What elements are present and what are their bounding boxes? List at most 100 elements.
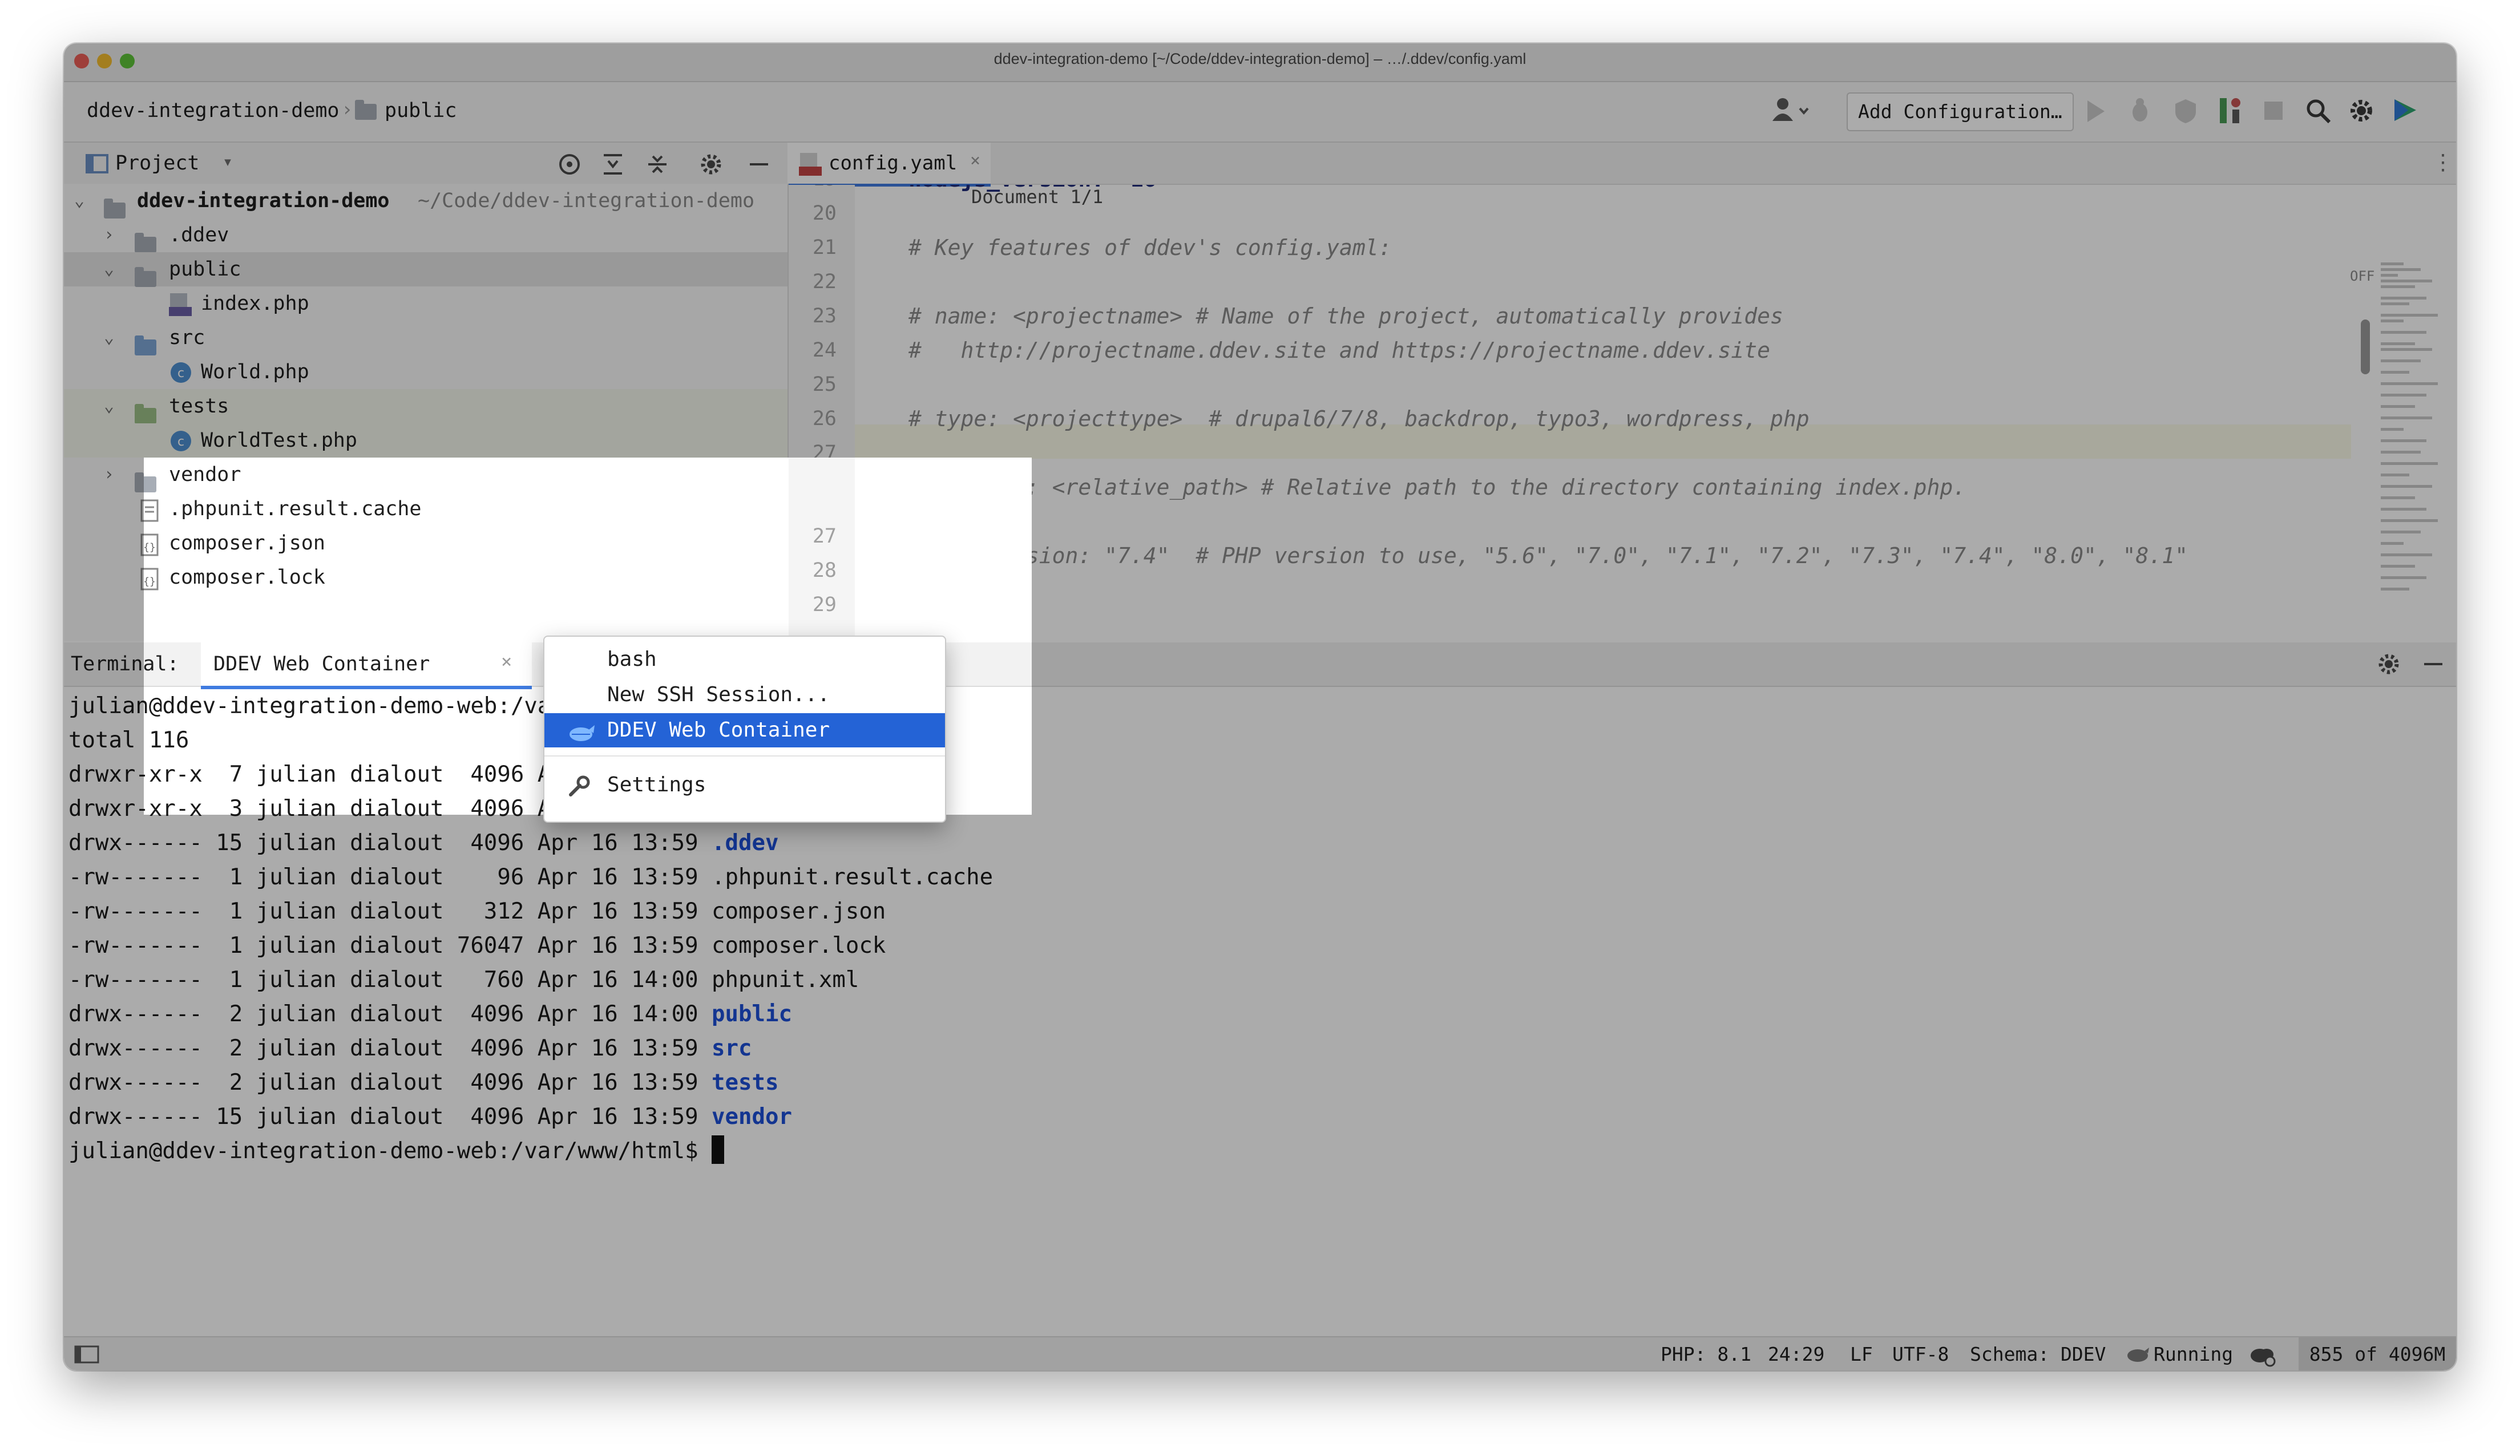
menu-item-new-ssh-session[interactable]: New SSH Session... xyxy=(544,678,945,712)
project-view-icon xyxy=(86,154,108,176)
tree-item-label: tests xyxy=(169,395,229,418)
terminal-line: -rw------- 1 julian dialout 76047 Apr 16… xyxy=(68,933,886,958)
editor-tab-config-yaml[interactable]: config.yaml × xyxy=(789,143,991,187)
svg-text:{}: {} xyxy=(144,541,156,553)
hide-panel-icon[interactable] xyxy=(746,152,772,179)
line-number: 22 xyxy=(812,270,837,293)
gear-icon[interactable] xyxy=(698,152,724,179)
directory-name: vendor xyxy=(712,1104,792,1130)
terminal-prompt[interactable]: julian@ddev-integration-demo-web:/var/ww… xyxy=(68,1134,725,1168)
toggle-tool-windows-icon[interactable] xyxy=(74,1345,99,1366)
menu-item-ddev-web-container[interactable]: DDEV Web Container xyxy=(544,713,945,747)
close-tab-icon[interactable]: × xyxy=(970,151,980,171)
gear-icon[interactable] xyxy=(2376,652,2401,679)
line-number: 26 xyxy=(812,407,837,430)
tree-item-ddev[interactable]: › .ddev xyxy=(64,218,788,253)
chevron-down-icon[interactable]: ⌄ xyxy=(74,184,84,218)
test-folder-icon xyxy=(135,404,156,424)
stop-icon[interactable] xyxy=(2262,99,2285,124)
toolbox-icon[interactable] xyxy=(2391,96,2420,127)
hide-panel-icon[interactable] xyxy=(2421,652,2446,679)
chevron-down-icon[interactable]: ⌄ xyxy=(104,389,114,423)
navigation-bar: ddev-integration-demo › public Add Confi… xyxy=(64,82,2456,143)
schema-selector[interactable]: Schema: DDEV xyxy=(1970,1343,2106,1365)
terminal-label: Terminal: xyxy=(144,653,179,676)
breadcrumb-folder[interactable]: public xyxy=(385,99,457,122)
tree-item-label: src xyxy=(169,326,205,349)
menu-item-bash[interactable]: bash xyxy=(544,642,945,677)
terminal-line: -rw------- 1 julian dialout 96 Apr 16 13… xyxy=(68,864,994,890)
memory-indicator[interactable]: 855 of 4096M xyxy=(2299,1337,2456,1370)
terminal-cursor xyxy=(712,1135,725,1164)
user-account-icon[interactable] xyxy=(1770,95,1810,129)
code-line: nodejs_version: "16" xyxy=(908,185,1170,196)
add-configuration-button[interactable]: Add Configuration… xyxy=(1847,92,2074,131)
search-icon[interactable] xyxy=(2304,97,2332,127)
chevron-down-icon[interactable]: ⌄ xyxy=(104,321,114,355)
tree-item-path: ~/Code/ddev-integration-demo xyxy=(418,189,755,212)
tree-item-composer-json[interactable]: {} composer.json xyxy=(144,526,788,560)
ide-window: ddev-integration-demo [~/Code/ddev-integ… xyxy=(64,43,2456,1370)
tree-item-world-php[interactable]: c World.php xyxy=(64,355,788,389)
line-ending[interactable]: LF xyxy=(1850,1343,1873,1365)
breadcrumb-project[interactable]: ddev-integration-demo xyxy=(87,99,340,122)
line-number: 27 xyxy=(812,525,837,548)
tree-item-label: .ddev xyxy=(169,224,229,246)
tree-item-label: composer.lock xyxy=(169,566,325,589)
terminal-tab-label: DDEV Web Container xyxy=(213,653,430,676)
folder-icon xyxy=(135,233,156,253)
tree-item-src[interactable]: ⌄ src xyxy=(64,321,788,355)
directory-name: src xyxy=(712,1036,752,1061)
chevron-down-icon[interactable]: ⌄ xyxy=(104,252,114,286)
chevron-right-icon[interactable]: › xyxy=(104,458,114,492)
close-tab-icon[interactable]: × xyxy=(501,650,512,672)
terminal-tab-ddev-web-container[interactable]: DDEV Web Container × xyxy=(201,642,532,689)
locate-file-icon[interactable] xyxy=(557,152,582,179)
tree-item-phpunit-cache[interactable]: .phpunit.result.cache xyxy=(144,492,788,526)
tree-item-label: vendor xyxy=(169,463,241,486)
tree-item-worldtest-php[interactable]: c WorldTest.php xyxy=(64,423,788,458)
line-number: 28 xyxy=(812,559,837,582)
line-number: 19 xyxy=(789,185,837,196)
menu-separator xyxy=(544,755,945,757)
tree-item-vendor[interactable]: › vendor xyxy=(144,458,788,492)
cursor-position[interactable]: 24:29 xyxy=(1768,1343,1824,1365)
gear-icon[interactable] xyxy=(2348,97,2375,127)
tree-item-index-php[interactable]: index.php xyxy=(64,286,788,321)
coverage-icon[interactable] xyxy=(2172,97,2199,127)
project-panel-title[interactable]: Project xyxy=(115,152,200,175)
editor-pane: config.yaml × ⋮ Document 1/1 OFF 19 node… xyxy=(789,143,2456,641)
line-number: 23 xyxy=(812,305,837,327)
source-folder-icon xyxy=(135,335,156,355)
cloud-sync-icon[interactable] xyxy=(2248,1342,2277,1369)
php-version[interactable]: PHP: 8.1 xyxy=(1661,1343,1751,1365)
chevron-down-icon[interactable]: ▾ xyxy=(223,152,233,172)
tree-item-root[interactable]: ⌄ ddev-integration-demo ~/Code/ddev-inte… xyxy=(64,184,788,219)
tree-item-label: public xyxy=(169,258,241,281)
expand-all-icon[interactable] xyxy=(600,152,625,179)
tree-item-label: World.php xyxy=(201,361,309,383)
git-branch-icon[interactable] xyxy=(2216,95,2244,129)
tree-item-public[interactable]: ⌄ public xyxy=(64,252,788,287)
title-bar: ddev-integration-demo [~/Code/ddev-integ… xyxy=(64,43,2456,82)
chevron-right-icon[interactable]: › xyxy=(104,218,114,252)
ddev-whale-icon xyxy=(567,720,596,754)
tree-item-tests[interactable]: ⌄ tests xyxy=(64,389,788,424)
code-area[interactable]: 19 nodejs_version: "16" 20 21 # Key feat… xyxy=(789,185,2444,641)
json-file-icon: {} xyxy=(144,567,160,601)
code-line: # type: <projecttype> # drupal6/7/8, bac… xyxy=(908,406,1810,431)
debug-icon[interactable] xyxy=(2126,97,2154,127)
line-number: 24 xyxy=(812,339,837,362)
more-options-icon[interactable]: ⋮ xyxy=(2432,149,2454,175)
menu-item-settings[interactable]: Settings xyxy=(544,768,945,802)
svg-text:{}: {} xyxy=(144,576,156,588)
folder-icon xyxy=(135,267,156,287)
terminal-line: -rw------- 1 julian dialout 312 Apr 16 1… xyxy=(68,899,886,924)
run-icon[interactable] xyxy=(2084,98,2107,127)
tree-item-composer-lock[interactable]: {} composer.lock xyxy=(144,560,788,594)
ddev-status[interactable]: Running xyxy=(2154,1343,2233,1365)
file-encoding[interactable]: UTF-8 xyxy=(1892,1343,1949,1365)
directory-name: public xyxy=(712,1001,792,1027)
collapse-all-icon[interactable] xyxy=(645,152,670,179)
folder-icon xyxy=(104,199,126,219)
